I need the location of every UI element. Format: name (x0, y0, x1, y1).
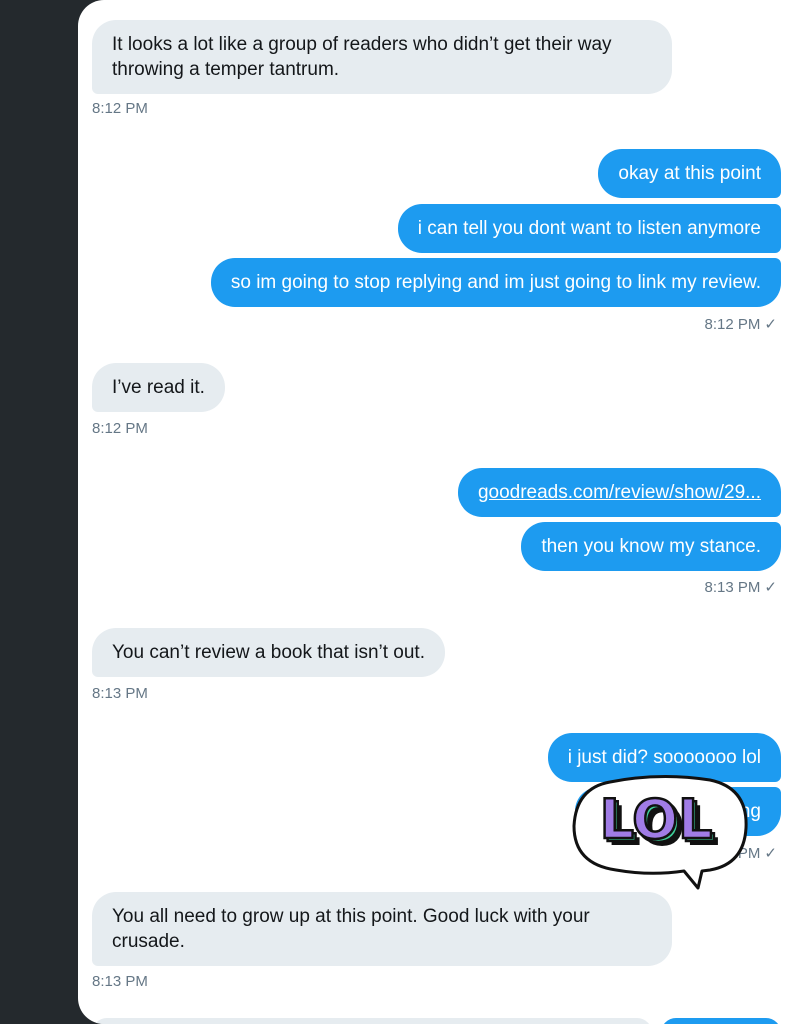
incoming-message[interactable]: You all need to grow up at this point. G… (92, 892, 672, 966)
timestamp-row: 8:13 PM ✓ (705, 579, 777, 597)
review-link[interactable]: goodreads.com/review/show/29... (478, 482, 761, 503)
conversation-panel: It looks a lot like a group of readers w… (78, 0, 795, 1024)
message-text: so im going to stop replying and im just… (230, 272, 761, 293)
outgoing-message[interactable]: then you know my stance. (521, 522, 781, 571)
timestamp: 8:12 PM (92, 420, 148, 437)
timestamp: 8:13 PM (704, 579, 761, 596)
lol-sticker: LOL LOL LOL (572, 774, 748, 890)
sent-check-icon: ✓ (764, 316, 777, 333)
timestamp-row: 8:12 PM ✓ (705, 316, 777, 334)
timestamp: 8:13 PM (92, 973, 148, 990)
message-text: You all need to grow up at this point. G… (112, 906, 590, 952)
incoming-message[interactable]: It looks a lot like a group of readers w… (92, 20, 672, 94)
message-text: I’ve read it. (112, 377, 205, 398)
message-text: i can tell you dont want to listen anymo… (417, 218, 761, 239)
incoming-message[interactable]: I’ve read it. (92, 363, 225, 412)
message-text: You can’t review a book that isn’t out. (112, 642, 425, 663)
outgoing-message[interactable]: okay at this point (598, 149, 781, 198)
incoming-message-clipped (92, 1018, 652, 1024)
outgoing-message[interactable]: so im going to stop replying and im just… (210, 258, 781, 307)
sticker-text: LOL (600, 788, 713, 851)
timestamp: 8:13 PM (92, 685, 148, 702)
message-text: then you know my stance. (541, 536, 761, 557)
timestamp: 8:12 PM (704, 316, 761, 333)
message-text: i just did? sooooooo lol (567, 747, 761, 768)
timestamp: 8:12 PM (92, 100, 148, 117)
outgoing-message[interactable]: goodreads.com/review/show/29... (457, 468, 781, 517)
outgoing-message[interactable]: i can tell you dont want to listen anymo… (397, 204, 781, 253)
outgoing-message-clipped (661, 1018, 781, 1024)
sent-check-icon: ✓ (764, 845, 777, 862)
message-text: It looks a lot like a group of readers w… (112, 34, 612, 80)
message-text: okay at this point (618, 163, 761, 184)
incoming-message[interactable]: You can’t review a book that isn’t out. (92, 628, 445, 677)
sent-check-icon: ✓ (764, 579, 777, 596)
